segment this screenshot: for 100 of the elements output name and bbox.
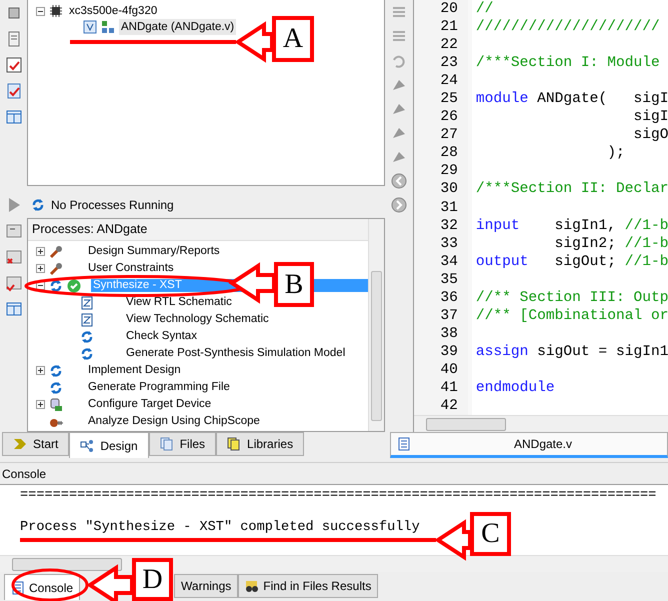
line-number: 33 (439, 234, 458, 253)
line-number: 35 (439, 270, 458, 289)
line-number: 30 (439, 180, 458, 199)
code-line: //** Section III: Outp (476, 290, 668, 306)
process-item[interactable]: Check Syntax (124, 330, 199, 343)
callout-label: C (470, 512, 511, 556)
line-number: 32 (439, 216, 458, 235)
code-line: sigIn2; //1-b (554, 236, 668, 252)
chip-check-icon[interactable] (4, 274, 22, 292)
process-item[interactable]: Generate Programming File (86, 381, 232, 394)
schematic-icon (80, 296, 94, 310)
line-number: 26 (439, 108, 458, 126)
hierarchy-icon (80, 438, 94, 452)
line-number: 27 (439, 126, 458, 144)
console-line: Process "Synthesize - XST" completed successfully (20, 519, 420, 537)
expand-toggle[interactable] (36, 247, 45, 256)
document-icon (397, 437, 411, 451)
process-item[interactable]: User Constraints (86, 262, 176, 275)
code-line: endmodule (476, 380, 555, 396)
wrench-icon (49, 262, 63, 276)
console-line: ============================================================================== (20, 487, 656, 505)
chip-delete-icon[interactable] (4, 248, 22, 266)
line-number: 39 (439, 342, 458, 361)
verilog-file-icon (83, 20, 97, 34)
code-line: /***Section II: Declar (476, 181, 668, 198)
chevron-icon (13, 437, 27, 451)
tab[interactable]: Find in Files Results (238, 574, 378, 598)
schematic-icon (80, 312, 94, 326)
panel-title: Console (2, 466, 46, 482)
line-number: 28 (439, 144, 458, 162)
code-line: output sigOut; //1-b (476, 254, 668, 270)
wrench-icon (49, 244, 63, 258)
line-number: 40 (439, 360, 458, 379)
line-number: 37 (439, 306, 458, 325)
line-number: 24 (439, 72, 458, 90)
expand-toggle[interactable] (36, 366, 45, 375)
expand-toggle[interactable] (36, 264, 45, 273)
table-icon[interactable] (4, 108, 22, 126)
code-line: assign sigOut = sigIn1 (476, 344, 668, 360)
refresh-icon (80, 346, 94, 360)
code-line: ///////////////////// (476, 19, 660, 36)
line-number: 25 (439, 90, 458, 108)
callout-label: A (272, 16, 314, 62)
code-line: input sigIn1, //1-b (476, 218, 668, 234)
line-number: 29 (439, 162, 458, 180)
code-line: /***Section I: Module (476, 55, 660, 72)
line-number: 38 (439, 324, 458, 343)
code-line: ); (606, 145, 625, 162)
scrollbar[interactable] (368, 219, 384, 431)
module-icon (101, 20, 115, 34)
table-icon[interactable] (4, 300, 22, 318)
expand-toggle[interactable] (36, 6, 45, 16)
line-number: 20 (439, 0, 458, 18)
code-line: module ANDgate( sigI (476, 91, 668, 108)
line-number: 31 (439, 198, 458, 217)
tab[interactable]: Files (148, 432, 216, 456)
process-item[interactable]: Configure Target Device (86, 398, 214, 411)
process-item[interactable]: View Technology Schematic (124, 313, 271, 326)
code-line: // (476, 1, 494, 17)
callout-label: D (132, 558, 173, 601)
refresh-icon (49, 278, 63, 292)
process-item[interactable]: Implement Design (86, 364, 183, 377)
device-icon (49, 398, 63, 412)
back-icon[interactable] (390, 172, 408, 190)
line-number: 23 (439, 54, 458, 72)
tree-item[interactable]: xc3s500e-4fg320 (67, 3, 160, 19)
libraries-icon (227, 437, 242, 451)
callout-arrow (86, 564, 134, 601)
expand-toggle[interactable] (36, 400, 45, 409)
status-text: No Processes Running (51, 197, 174, 214)
line-number: 41 (439, 378, 458, 398)
checklist-icon[interactable] (4, 56, 22, 74)
binoculars-icon (245, 579, 260, 593)
tab[interactable]: Warnings (174, 574, 238, 598)
tab[interactable]: Start (2, 432, 70, 456)
code-line: //** [Combinational or (476, 308, 668, 324)
refresh-icon (80, 330, 94, 344)
process-item[interactable]: Analyze Design Using ChipScope (86, 415, 262, 428)
callout-arrow (234, 21, 274, 63)
code-line: sigO (632, 127, 668, 144)
line-number: 42 (439, 397, 458, 415)
line-number: 36 (439, 288, 458, 307)
process-item[interactable]: Generate Post-Synthesis Simulation Model (124, 347, 348, 360)
panel-title: Processes: ANDgate (32, 221, 148, 238)
tab[interactable]: Libraries (216, 432, 304, 456)
forward-icon[interactable] (390, 196, 408, 214)
process-item[interactable]: Design Summary/Reports (86, 245, 222, 258)
refresh-icon (49, 364, 63, 378)
scrollbar[interactable] (414, 415, 668, 432)
tab[interactable]: Design (69, 432, 149, 458)
code-line: sigI (632, 109, 668, 126)
editor-tab[interactable]: ANDgate.v (390, 432, 668, 458)
line-number: 22 (439, 36, 458, 54)
process-item[interactable]: View RTL Schematic (124, 296, 234, 309)
checklist-icon[interactable] (4, 82, 22, 100)
refresh-icon (31, 198, 45, 212)
callout-label: B (274, 262, 314, 307)
line-number: 21 (439, 18, 458, 36)
tree-item[interactable]: ANDgate (ANDgate.v) (119, 19, 236, 35)
refresh-icon (49, 380, 63, 394)
